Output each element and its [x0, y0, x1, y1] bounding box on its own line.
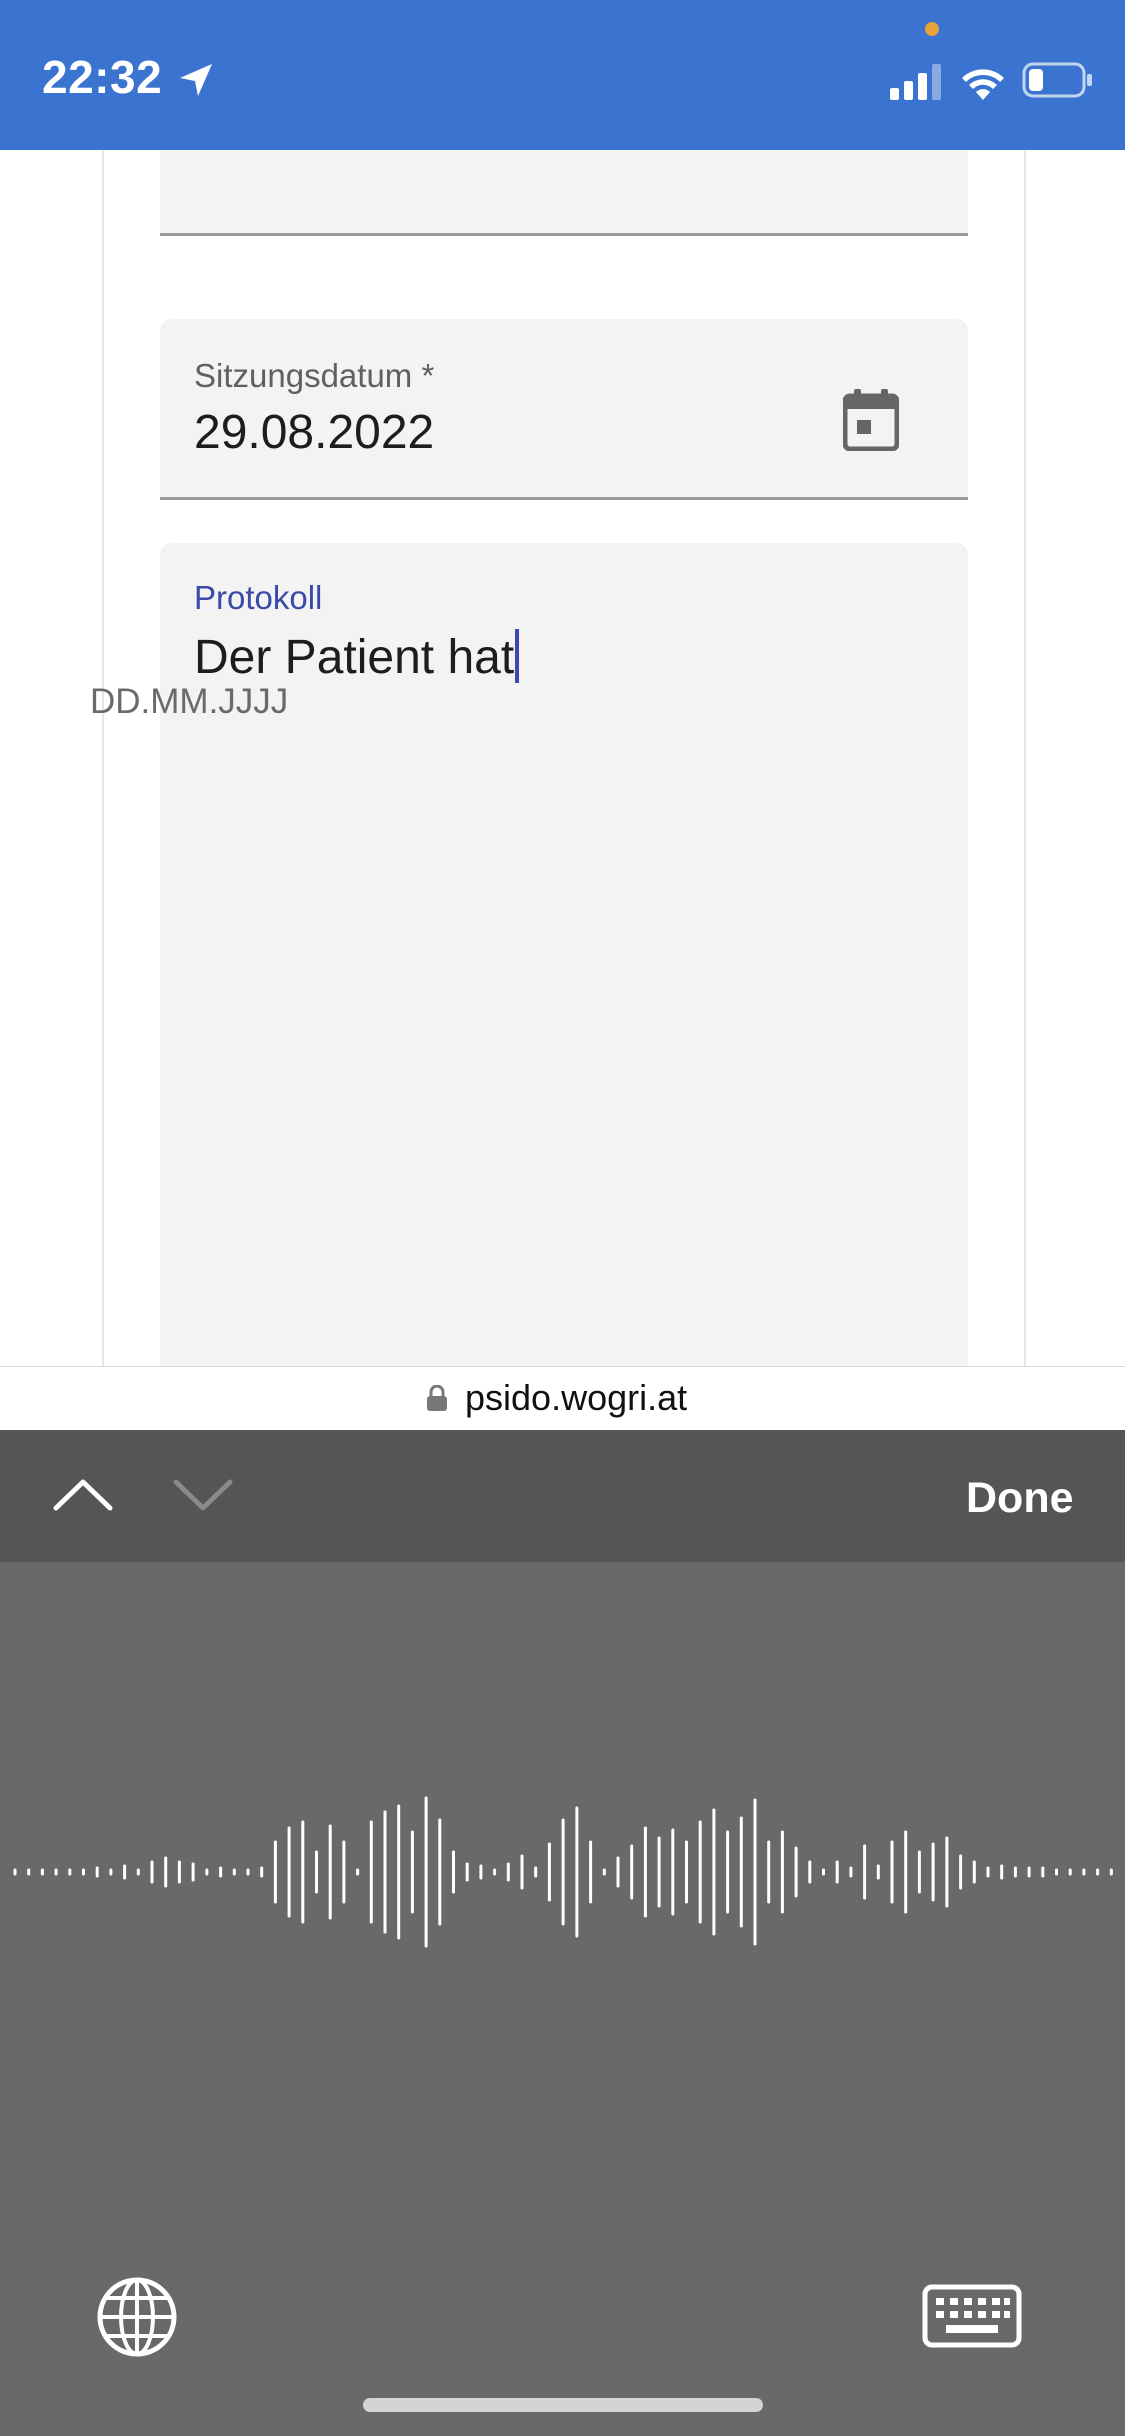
status-bar: 22:32 — [0, 0, 1125, 150]
signal-icon — [890, 64, 941, 100]
lock-icon — [427, 1385, 447, 1411]
done-button[interactable]: Done — [966, 1474, 1074, 1523]
text-caret — [515, 629, 520, 683]
privacy-indicator-dot — [925, 22, 939, 36]
keyboard-accessory-bar: Done — [0, 1430, 1125, 1562]
status-time: 22:32 — [42, 51, 163, 103]
globe-icon[interactable] — [96, 2276, 178, 2358]
dictation-panel — [0, 1562, 1125, 2436]
form-card: 100 Sitzungsdatum * 29.08.2022 Protokoll… — [102, 150, 1026, 1366]
session-date-value: 29.08.2022 — [194, 406, 435, 459]
chevron-down-icon[interactable] — [170, 1470, 236, 1520]
url-bar[interactable]: psido.wogri.at — [0, 1366, 1125, 1431]
protocol-textarea[interactable]: Protokoll Der Patient hat — [160, 543, 968, 1366]
url-text: psido.wogri.at — [465, 1377, 688, 1418]
protocol-value: Der Patient hat — [194, 629, 520, 685]
wifi-icon — [962, 69, 1004, 100]
audio-waveform — [13, 1796, 1113, 1948]
protocol-text: Der Patient hat — [194, 631, 515, 684]
chevron-up-icon[interactable] — [50, 1470, 116, 1520]
session-date-hint: DD.MM.JJJJ — [90, 682, 289, 721]
location-arrow-icon — [180, 64, 212, 96]
protocol-label: Protokoll — [194, 579, 323, 616]
session-date-field[interactable]: Sitzungsdatum * 29.08.2022 — [160, 319, 968, 500]
keyboard-icon[interactable] — [922, 2284, 1022, 2348]
session-date-label: Sitzungsdatum * — [194, 357, 435, 394]
home-indicator — [363, 2398, 763, 2412]
web-page: 100 Sitzungsdatum * 29.08.2022 Protokoll… — [0, 150, 1125, 1366]
calendar-icon[interactable] — [843, 389, 899, 451]
previous-field[interactable]: 100 — [160, 150, 968, 236]
battery-icon — [1022, 62, 1092, 98]
